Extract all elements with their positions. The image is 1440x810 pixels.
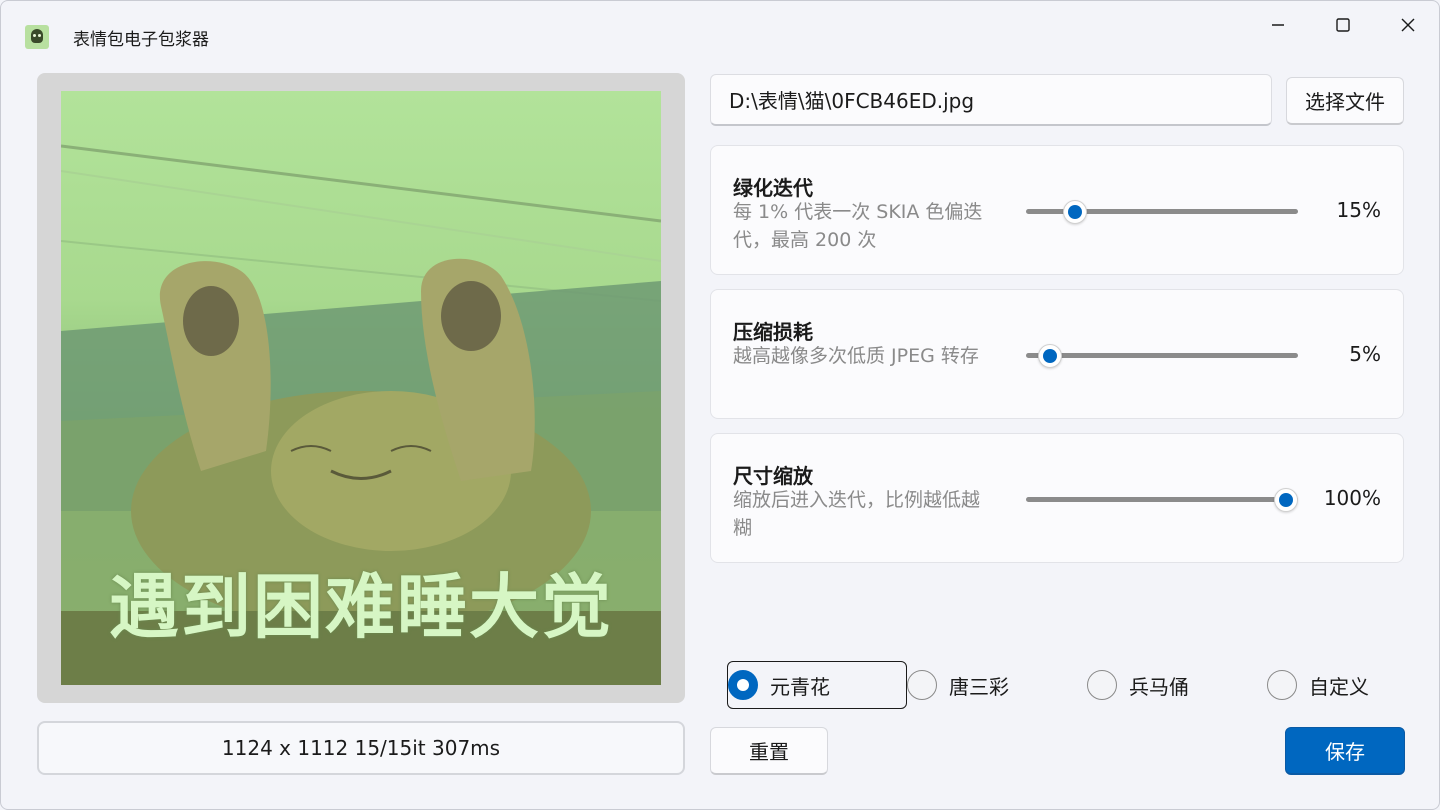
preset-label: 元青花 [770, 674, 830, 699]
preset-label: 唐三彩 [949, 674, 1009, 699]
setting-description: 每 1% 代表一次 SKIA 色偏迭代，最高 200 次 [733, 201, 983, 251]
slider-track [1026, 353, 1298, 358]
setting-card-size-scale: 尺寸缩放 缩放后进入迭代，比例越低越糊 100% [710, 433, 1404, 563]
preset-radio-custom[interactable]: 自定义 [1267, 661, 1417, 709]
app-icon [25, 25, 49, 49]
choose-file-button[interactable]: 选择文件 [1286, 77, 1404, 125]
app-title: 表情包电子包浆器 [73, 30, 209, 50]
save-button[interactable]: 保存 [1285, 727, 1405, 775]
preset-radio-bingmayong[interactable]: 兵马俑 [1087, 661, 1257, 709]
radio-circle-icon [1087, 670, 1117, 700]
radio-circle-icon [1267, 670, 1297, 700]
slider-thumb[interactable] [1274, 488, 1298, 512]
setting-description: 越高越像多次低质 JPEG 转存 [733, 345, 979, 367]
setting-card-compression-loss: 压缩损耗 越高越像多次低质 JPEG 转存 5% [710, 289, 1404, 419]
minimize-icon [1272, 24, 1284, 26]
radio-circle-icon [728, 670, 758, 700]
preset-label: 自定义 [1309, 674, 1369, 699]
status-readout: 1124 x 1112 15/15it 307ms [37, 721, 685, 775]
preview-frame: 遇到困难睡大觉 [37, 73, 685, 703]
radio-circle-icon [907, 670, 937, 700]
close-button[interactable] [1385, 7, 1431, 43]
setting-title: 绿化迭代 [733, 176, 813, 200]
green-iteration-slider[interactable] [1026, 200, 1298, 224]
minimize-button[interactable] [1255, 7, 1301, 43]
setting-value: 100% [1323, 486, 1381, 510]
app-window: 表情包电子包浆器 遇到困难睡大觉 1124 x 1112 15/15it 307… [0, 0, 1440, 810]
setting-title: 尺寸缩放 [733, 464, 813, 488]
meme-caption: 遇到困难睡大觉 [109, 566, 613, 648]
setting-title: 压缩损耗 [733, 320, 813, 344]
slider-thumb[interactable] [1038, 344, 1063, 368]
preview-image: 遇到困难睡大觉 [61, 91, 661, 685]
size-scale-slider[interactable] [1026, 488, 1298, 512]
maximize-icon [1336, 18, 1350, 32]
file-path-input[interactable] [710, 74, 1272, 126]
maximize-button[interactable] [1320, 7, 1366, 43]
reset-button[interactable]: 重置 [710, 727, 828, 775]
preset-label: 兵马俑 [1129, 674, 1189, 699]
slider-thumb[interactable] [1063, 200, 1088, 224]
compression-loss-slider[interactable] [1026, 344, 1298, 368]
setting-value: 5% [1349, 342, 1381, 366]
preset-radio-tangsancai[interactable]: 唐三彩 [907, 661, 1077, 709]
close-icon [1401, 18, 1415, 32]
preset-radio-yuanqinghua[interactable]: 元青花 [727, 661, 907, 709]
setting-value: 15% [1336, 198, 1381, 222]
setting-description: 缩放后进入迭代，比例越低越糊 [733, 489, 981, 539]
setting-card-green-iteration: 绿化迭代 每 1% 代表一次 SKIA 色偏迭代，最高 200 次 15% [710, 145, 1404, 275]
title-bar: 表情包电子包浆器 [1, 1, 1439, 71]
slider-track [1026, 497, 1298, 502]
